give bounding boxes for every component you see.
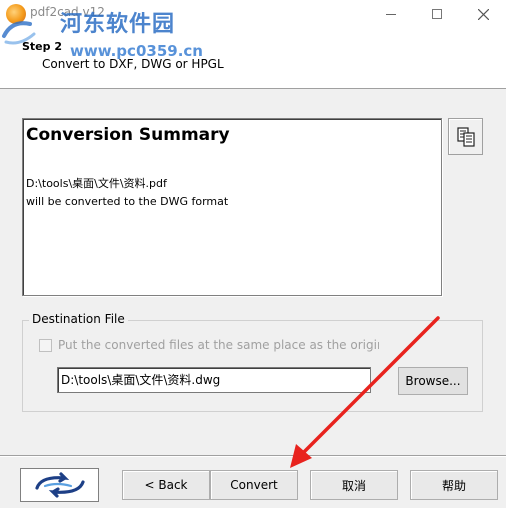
cancel-button[interactable]: 取消 [310,470,398,500]
step-label: Step 2 [22,40,62,53]
watermark-text: 河东软件园 [60,12,176,37]
same-place-label: Put the converted files at the same plac… [58,338,379,352]
summary-title: Conversion Summary [26,125,230,145]
same-place-option[interactable]: Put the converted files at the same plac… [39,338,379,352]
minimize-icon [386,13,396,15]
help-button[interactable]: 帮助 [410,470,498,500]
copy-clipboard-icon [456,126,475,147]
maximize-button[interactable] [414,0,460,28]
destination-file-group: Destination File Put the converted files… [22,312,483,412]
back-button[interactable]: < Back [122,470,210,500]
app-logo [20,468,99,502]
minimize-button[interactable] [368,0,414,28]
footer-divider [0,455,506,457]
summary-source-path: D:\tools\桌面\文件\资料.pdf [26,177,167,190]
same-place-checkbox[interactable] [39,338,52,352]
destination-legend: Destination File [29,312,128,326]
destination-path-input[interactable]: D:\tools\桌面\文件\资料.dwg [57,367,371,393]
swoosh-logo-icon [34,472,85,498]
summary-format-line: will be converted to the DWG format [26,195,229,208]
step-subtitle: Convert to DXF, DWG or HPGL [42,57,224,71]
wizard-header: pdf2cad v12 河东软件园 www.pc0359.cn Step 2 C… [0,0,506,89]
close-button[interactable] [460,0,506,28]
conversion-summary-panel: Conversion Summary D:\tools\桌面\文件\资料.pdf… [22,118,442,296]
browse-button[interactable]: Browse... [398,367,468,395]
maximize-icon [432,9,442,19]
close-icon [477,8,489,20]
convert-button[interactable]: Convert [210,470,298,500]
copy-summary-button[interactable] [448,118,483,155]
